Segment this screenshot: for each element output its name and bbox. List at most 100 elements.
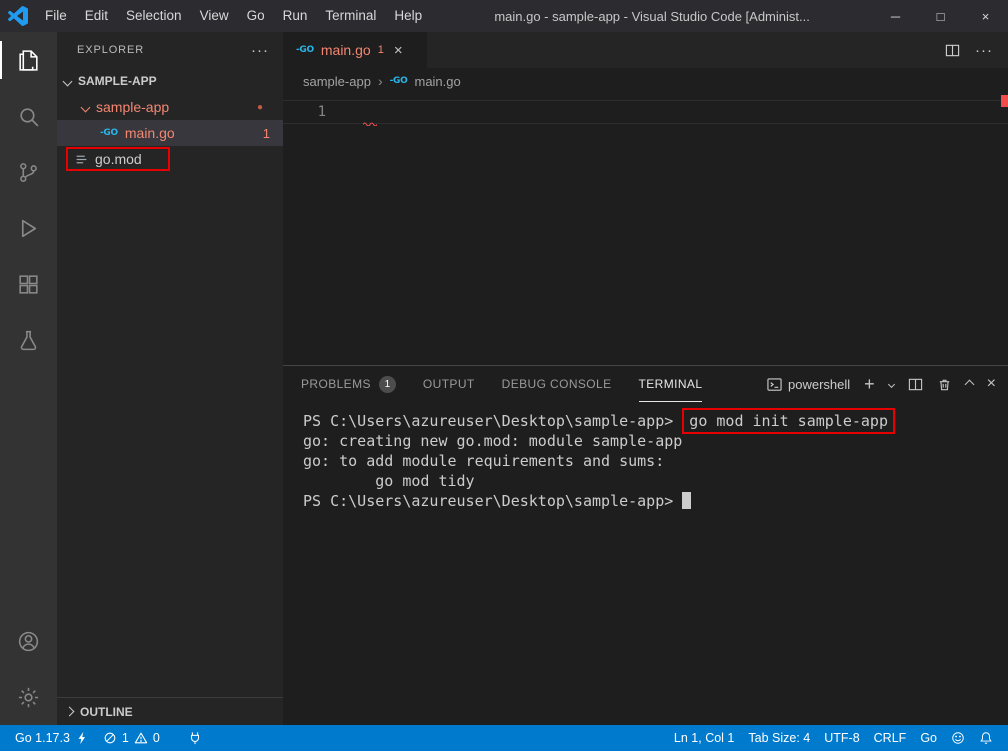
terminal-line: go: to add module requirements and sums:	[303, 451, 1008, 471]
panel-tab-debug-console[interactable]: DEBUG CONSOLE	[502, 366, 612, 402]
minimize-button[interactable]: ─	[873, 0, 918, 32]
chevron-down-icon	[63, 76, 73, 86]
outline-section-header[interactable]: OUTLINE	[57, 697, 283, 725]
panel-tab-problems[interactable]: PROBLEMS 1	[301, 366, 396, 402]
error-squiggle	[363, 121, 377, 126]
terminal-line: go: creating new go.mod: module sample-a…	[303, 431, 1008, 451]
close-panel-button[interactable]: ×	[987, 376, 996, 392]
menu-help[interactable]: Help	[385, 0, 431, 32]
menu-file[interactable]: File	[36, 0, 76, 32]
vscode-logo-icon	[0, 6, 36, 26]
terminal-text: go: to add module requirements and sums:	[303, 452, 664, 470]
activity-settings[interactable]	[0, 669, 57, 725]
trash-icon[interactable]	[937, 377, 952, 392]
panel-tab-label: DEBUG CONSOLE	[502, 377, 612, 391]
tree-item-go-mod[interactable]: go.mod	[57, 146, 283, 172]
source-control-icon	[16, 160, 41, 185]
sidebar-explorer: EXPLORER ··· SAMPLE-APP sample-app ● -GO…	[57, 32, 283, 725]
explorer-section-header[interactable]: SAMPLE-APP	[57, 68, 283, 94]
window-controls: ─ □ ×	[873, 0, 1008, 32]
go-file-icon: -GO	[390, 76, 408, 86]
gomod-file-icon	[75, 153, 88, 166]
chevron-down-icon[interactable]	[888, 380, 895, 387]
problems-badge: 1	[263, 126, 270, 141]
status-indentation[interactable]: Tab Size: 4	[741, 725, 817, 751]
bottom-panel: PROBLEMS 1 OUTPUT DEBUG CONSOLE TERMINAL	[283, 365, 1008, 725]
menu-view[interactable]: View	[191, 0, 238, 32]
menu-selection[interactable]: Selection	[117, 0, 191, 32]
gear-icon	[16, 685, 41, 710]
tree-item-main-go[interactable]: -GO main.go 1	[57, 120, 283, 146]
editor[interactable]: 1	[283, 94, 1008, 365]
go-file-icon: -GO	[296, 45, 314, 55]
status-cursor-position[interactable]: Ln 1, Col 1	[667, 725, 741, 751]
error-count: 1	[122, 731, 129, 745]
status-go-version[interactable]: Go 1.17.3	[8, 725, 96, 751]
menu-edit[interactable]: Edit	[76, 0, 117, 32]
terminal-line: go mod tidy	[303, 471, 1008, 491]
editor-tab-bar: -GO main.go 1 × ···	[283, 32, 1008, 68]
breadcrumb-folder[interactable]: sample-app	[303, 74, 371, 89]
status-notifications[interactable]	[972, 725, 1000, 751]
warning-icon	[134, 731, 148, 745]
activity-search[interactable]	[0, 88, 57, 144]
tab-label: main.go	[321, 42, 371, 58]
status-ports[interactable]	[181, 725, 209, 751]
sidebar-title: EXPLORER	[77, 44, 144, 56]
tab-size-label: Tab Size: 4	[748, 731, 810, 745]
activity-extensions[interactable]	[0, 256, 57, 312]
terminal[interactable]: PS C:\Users\azureuser\Desktop\sample-app…	[283, 402, 1008, 725]
terminal-shell-selector[interactable]: powershell	[767, 377, 850, 392]
menu-bar: File Edit Selection View Go Run Terminal…	[36, 0, 431, 32]
activity-source-control[interactable]	[0, 144, 57, 200]
folder-label: sample-app	[96, 99, 169, 115]
smiley-icon	[951, 731, 965, 745]
status-language[interactable]: Go	[913, 725, 944, 751]
file-tree: sample-app ● -GO main.go 1 go.mod	[57, 94, 283, 697]
panel-tab-output[interactable]: OUTPUT	[423, 366, 475, 402]
tree-item-folder-sample-app[interactable]: sample-app ●	[57, 94, 283, 120]
problems-count-badge: 1	[379, 376, 396, 393]
files-icon	[16, 48, 41, 73]
terminal-cursor	[682, 492, 691, 509]
close-window-button[interactable]: ×	[963, 0, 1008, 32]
run-debug-icon	[16, 216, 41, 241]
panel-tab-label: OUTPUT	[423, 377, 475, 391]
menu-go[interactable]: Go	[238, 0, 274, 32]
status-problems[interactable]: 1 0	[96, 725, 167, 751]
activity-run-debug[interactable]	[0, 200, 57, 256]
tab-main-go[interactable]: -GO main.go 1 ×	[283, 32, 427, 68]
breadcrumb: sample-app › -GO main.go	[283, 68, 1008, 94]
status-encoding[interactable]: UTF-8	[817, 725, 866, 751]
panel-tab-label: TERMINAL	[639, 377, 703, 391]
terminal-prompt: PS C:\Users\azureuser\Desktop\sample-app…	[303, 492, 682, 510]
file-label: main.go	[125, 125, 175, 141]
panel-tab-terminal[interactable]: TERMINAL	[639, 366, 703, 402]
outline-label: OUTLINE	[80, 705, 133, 719]
explorer-more-actions-button[interactable]: ···	[251, 43, 269, 58]
editor-more-actions-button[interactable]: ···	[975, 43, 993, 58]
error-icon	[103, 731, 117, 745]
menu-run[interactable]: Run	[274, 0, 317, 32]
new-terminal-button[interactable]: +	[864, 375, 875, 393]
chevron-right-icon	[65, 707, 75, 717]
split-terminal-icon[interactable]	[908, 377, 923, 392]
overview-ruler-error-marker	[1001, 95, 1008, 107]
activity-explorer[interactable]	[0, 32, 57, 88]
menu-terminal[interactable]: Terminal	[316, 0, 385, 32]
breadcrumb-file[interactable]: main.go	[414, 74, 460, 89]
language-label: Go	[920, 731, 937, 745]
tab-close-button[interactable]: ×	[394, 42, 403, 59]
terminal-icon	[767, 377, 782, 392]
maximize-button[interactable]: □	[918, 0, 963, 32]
section-label: SAMPLE-APP	[78, 74, 157, 88]
split-editor-icon[interactable]	[945, 43, 960, 58]
chevron-down-icon	[81, 102, 91, 112]
activity-testing[interactable]	[0, 312, 57, 368]
status-eol[interactable]: CRLF	[867, 725, 914, 751]
status-feedback[interactable]	[944, 725, 972, 751]
chevron-up-icon[interactable]	[964, 379, 974, 389]
go-version-label: Go 1.17.3	[15, 731, 70, 745]
activity-accounts[interactable]	[0, 613, 57, 669]
file-label: go.mod	[95, 151, 142, 167]
